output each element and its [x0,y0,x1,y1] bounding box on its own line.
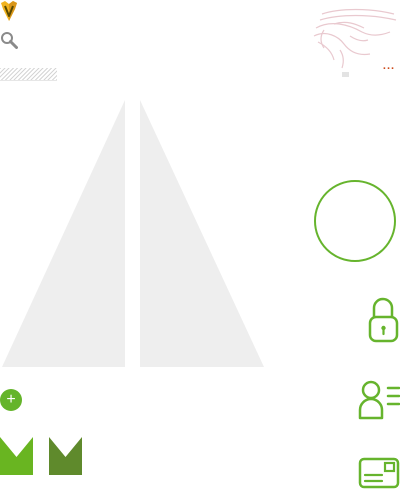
ring-icon[interactable] [314,180,396,262]
lock-button[interactable] [366,297,400,343]
search-icon [1,32,18,49]
search-button[interactable] [0,31,18,49]
vote-button-dark[interactable] [49,437,82,475]
hatched-placeholder-bar [0,68,57,81]
id-card-icon [358,457,400,489]
chevron-banner-icon [0,437,33,475]
add-button[interactable]: + [0,389,22,411]
more-options-button[interactable]: ... [380,60,398,72]
id-card-button[interactable] [358,456,400,490]
contact-list-icon [358,380,400,420]
padlock-icon [368,297,399,343]
chevron-banner-icon [49,437,82,475]
vote-button-light[interactable] [0,437,33,475]
app-logo[interactable] [0,0,18,22]
book-cover-image [2,100,264,367]
contact-list-button[interactable] [358,380,400,420]
fork-gift-logo-icon [1,1,17,21]
book-cover-placeholder[interactable] [0,95,270,370]
